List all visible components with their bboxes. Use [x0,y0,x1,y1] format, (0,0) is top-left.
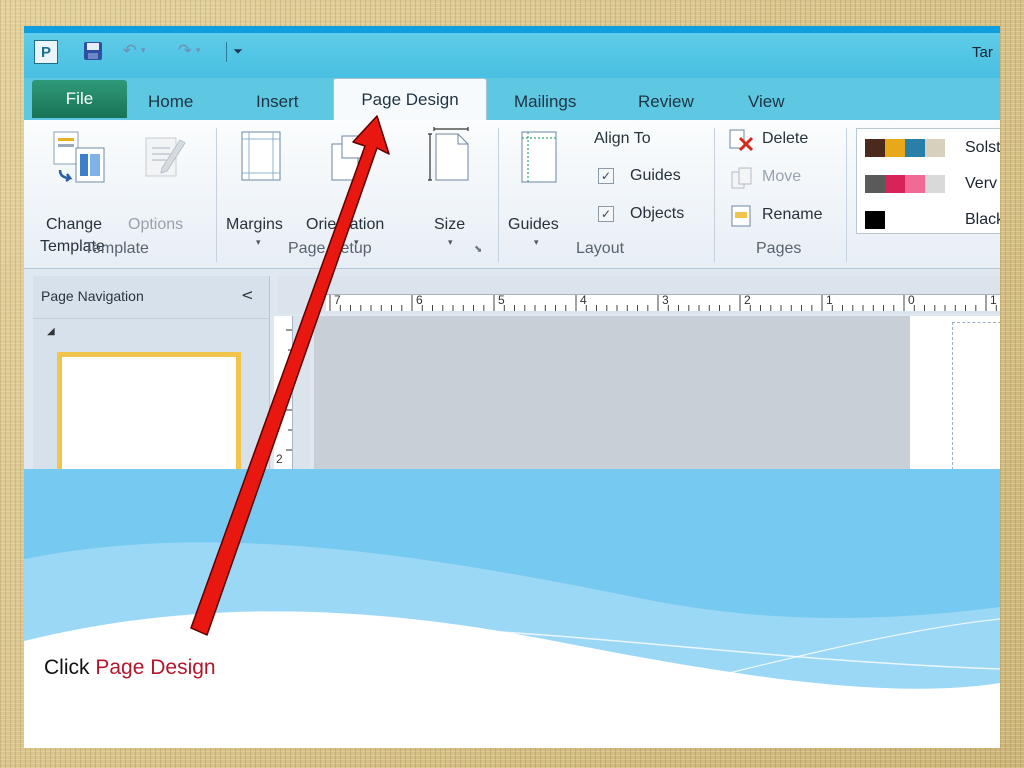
slide: P ↶ ▾ ↷ ▾ ⏷ Tar Home Insert Mailings Revie… [24,26,1000,748]
red-pointer-arrow [190,115,390,636]
